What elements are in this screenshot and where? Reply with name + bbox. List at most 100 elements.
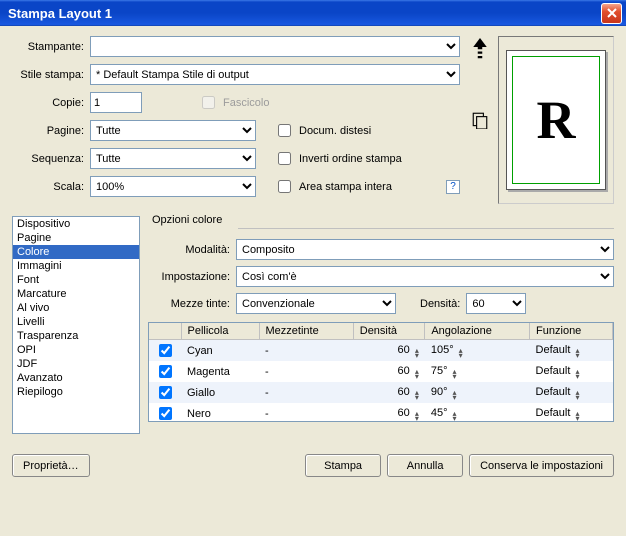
window-title: Stampa Layout 1 — [8, 6, 601, 21]
button-row: Proprietà… Stampa Annulla Conserva le im… — [12, 454, 614, 477]
close-icon — [607, 8, 617, 18]
spinner-icon[interactable]: ▴▾ — [415, 348, 419, 358]
top-region: Stampante: Stile stampa: * Default Stamp… — [12, 36, 614, 204]
pagine-select[interactable]: Tutte — [90, 120, 256, 141]
stampa-button[interactable]: Stampa — [305, 454, 381, 477]
label-modalita: Modalità: — [148, 244, 236, 256]
col-header[interactable]: Funzione — [530, 323, 613, 340]
mid-region: DispositivoPagineColoreImmaginiFontMarca… — [12, 216, 614, 434]
copies-icon[interactable] — [471, 111, 489, 129]
list-item-riepilogo[interactable]: Riepilogo — [13, 385, 139, 399]
arrow-up-icon[interactable] — [471, 40, 489, 58]
stampante-select[interactable] — [90, 36, 460, 57]
col-header[interactable]: Angolazione — [425, 323, 530, 340]
proprieta-button[interactable]: Proprietà… — [12, 454, 90, 477]
inverti-checkbox[interactable] — [278, 152, 291, 165]
cell-pellicola: Cyan — [181, 340, 259, 362]
plate-checkbox[interactable] — [159, 386, 172, 399]
list-item-pagine[interactable]: Pagine — [13, 231, 139, 245]
annulla-button[interactable]: Annulla — [387, 454, 463, 477]
cell-funzione: Default ▴▾ — [530, 340, 613, 362]
preview-side: R — [468, 36, 614, 204]
col-header[interactable]: Pellicola — [181, 323, 259, 340]
cell-angolazione: 105° ▴▾ — [425, 340, 530, 362]
cell-densita: 60 ▴▾ — [353, 340, 425, 362]
label-sequenza: Sequenza: — [12, 153, 90, 165]
col-header[interactable] — [149, 323, 181, 340]
label-copie: Copie: — [12, 97, 90, 109]
title-bar: Stampa Layout 1 — [0, 0, 626, 26]
list-item-opi[interactable]: OPI — [13, 343, 139, 357]
cell-mezze: - — [259, 361, 353, 382]
spinner-icon[interactable]: ▴▾ — [453, 411, 457, 421]
copie-input[interactable] — [90, 92, 142, 113]
color-plates-table-wrap: PellicolaMezzetinteDensitàAngolazioneFun… — [148, 322, 614, 422]
spinner-icon[interactable]: ▴▾ — [575, 411, 579, 421]
label-densita: Densità: — [420, 298, 460, 310]
stile-stampa-select[interactable]: * Default Stampa Stile di output — [90, 64, 460, 85]
docum-distesi-label: Docum. distesi — [299, 125, 371, 137]
list-item-marcature[interactable]: Marcature — [13, 287, 139, 301]
fascicolo-label: Fascicolo — [223, 97, 269, 109]
label-stampante: Stampante: — [12, 41, 90, 53]
list-item-al vivo[interactable]: Al vivo — [13, 301, 139, 315]
color-plates-table: PellicolaMezzetinteDensitàAngolazioneFun… — [149, 323, 613, 422]
fascicolo-checkbox — [202, 96, 215, 109]
spinner-icon[interactable]: ▴▾ — [459, 348, 463, 358]
list-item-immagini[interactable]: Immagini — [13, 259, 139, 273]
cell-pellicola: Giallo — [181, 382, 259, 403]
area-intera-label: Area stampa intera — [299, 181, 392, 193]
cell-densita: 60 ▴▾ — [353, 361, 425, 382]
spinner-icon[interactable]: ▴▾ — [415, 390, 419, 400]
list-item-avanzato[interactable]: Avanzato — [13, 371, 139, 385]
spinner-icon[interactable]: ▴▾ — [453, 369, 457, 379]
area-intera-checkbox[interactable] — [278, 180, 291, 193]
spinner-icon[interactable]: ▴▾ — [575, 369, 579, 379]
impostazione-select[interactable]: Così com'è — [236, 266, 614, 287]
table-row[interactable]: Magenta-60 ▴▾75° ▴▾Default ▴▾ — [149, 361, 613, 382]
table-row[interactable]: Giallo-60 ▴▾90° ▴▾Default ▴▾ — [149, 382, 613, 403]
densita-select[interactable]: 60 — [466, 293, 526, 314]
list-item-jdf[interactable]: JDF — [13, 357, 139, 371]
options-panel: Opzioni colore Modalità: Composito Impos… — [148, 216, 614, 434]
label-impostazione: Impostazione: — [148, 271, 236, 283]
cell-mezze: - — [259, 340, 353, 362]
list-item-dispositivo[interactable]: Dispositivo — [13, 217, 139, 231]
cell-angolazione: 45° ▴▾ — [425, 403, 530, 422]
conserva-button[interactable]: Conserva le impostazioni — [469, 454, 614, 477]
scala-select[interactable]: 100% — [90, 176, 256, 197]
col-header[interactable]: Mezzetinte — [259, 323, 353, 340]
spinner-icon[interactable]: ▴▾ — [453, 390, 457, 400]
plate-checkbox[interactable] — [159, 365, 172, 378]
mezzetinte-select[interactable]: Convenzionale — [236, 293, 396, 314]
sequenza-select[interactable]: Tutte — [90, 148, 256, 169]
cell-pellicola: Nero — [181, 403, 259, 422]
cell-densita: 60 ▴▾ — [353, 382, 425, 403]
table-row[interactable]: Nero-60 ▴▾45° ▴▾Default ▴▾ — [149, 403, 613, 422]
spinner-icon[interactable]: ▴▾ — [415, 369, 419, 379]
label-stile: Stile stampa: — [12, 69, 90, 81]
cell-angolazione: 75° ▴▾ — [425, 361, 530, 382]
plate-checkbox[interactable] — [159, 407, 172, 420]
cell-pellicola: Magenta — [181, 361, 259, 382]
close-button[interactable] — [601, 3, 622, 24]
plate-checkbox[interactable] — [159, 344, 172, 357]
cell-funzione: Default ▴▾ — [530, 382, 613, 403]
table-row[interactable]: Cyan-60 ▴▾105° ▴▾Default ▴▾ — [149, 340, 613, 362]
list-item-livelli[interactable]: Livelli — [13, 315, 139, 329]
list-item-trasparenza[interactable]: Trasparenza — [13, 329, 139, 343]
docum-distesi-checkbox[interactable] — [278, 124, 291, 137]
category-listbox[interactable]: DispositivoPagineColoreImmaginiFontMarca… — [12, 216, 140, 434]
col-header[interactable]: Densità — [353, 323, 425, 340]
modalita-select[interactable]: Composito — [236, 239, 614, 260]
spinner-icon[interactable]: ▴▾ — [575, 348, 579, 358]
side-icons — [468, 36, 492, 204]
preview-box: R — [498, 36, 614, 204]
spinner-icon[interactable]: ▴▾ — [415, 411, 419, 421]
cell-funzione: Default ▴▾ — [530, 361, 613, 382]
list-item-font[interactable]: Font — [13, 273, 139, 287]
help-icon[interactable]: ? — [446, 180, 460, 194]
spacer — [471, 182, 489, 200]
spinner-icon[interactable]: ▴▾ — [575, 390, 579, 400]
list-item-colore[interactable]: Colore — [13, 245, 139, 259]
